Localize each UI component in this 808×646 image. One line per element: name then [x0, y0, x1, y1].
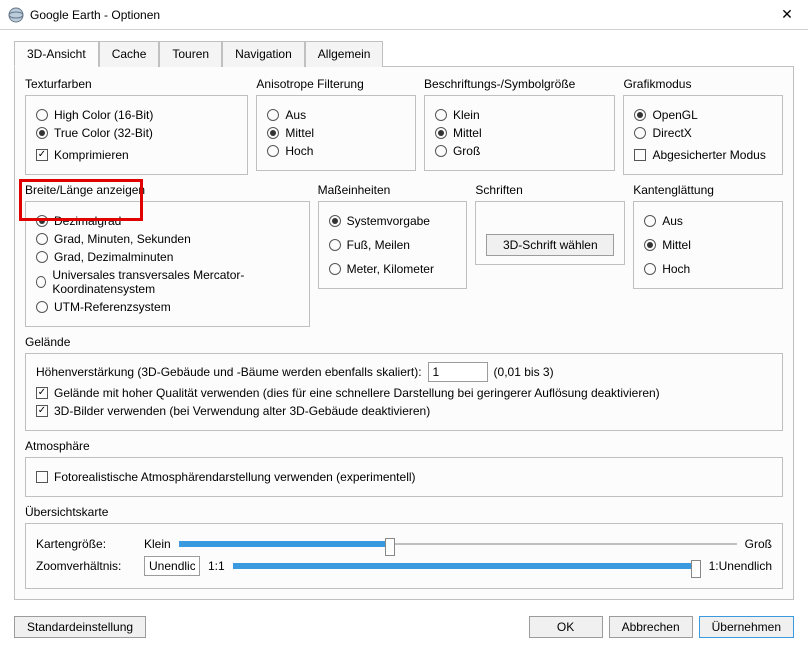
choose-3d-font-button[interactable]: 3D-Schrift wählen	[486, 234, 614, 256]
map-size-max: Groß	[745, 537, 772, 551]
aniso-label: Anisotrope Filterung	[256, 77, 416, 91]
radio-aniso-off[interactable]: Aus	[267, 108, 405, 122]
fonts-label: Schriften	[475, 183, 625, 197]
labelsize-label: Beschriftungs-/Symbolgröße	[424, 77, 615, 91]
radio-aa-high[interactable]: Hoch	[644, 262, 772, 276]
map-size-label: Kartengröße:	[36, 537, 136, 551]
map-size-min: Klein	[144, 537, 171, 551]
zoom-ratio-input[interactable]	[144, 556, 200, 576]
radio-utm-ref[interactable]: UTM-Referenzsystem	[36, 300, 299, 314]
defaults-button[interactable]: Standardeinstellung	[14, 616, 146, 638]
zoom-max: 1:Unendlich	[709, 559, 772, 573]
exag-input[interactable]	[428, 362, 488, 382]
titlebar: Google Earth - Optionen ✕	[0, 0, 808, 30]
radio-ddm[interactable]: Grad, Dezimalminuten	[36, 250, 299, 264]
radio-units-system[interactable]: Systemvorgabe	[329, 214, 457, 228]
cancel-button[interactable]: Abbrechen	[609, 616, 693, 638]
radio-utm[interactable]: Universales transversales Mercator-Koord…	[36, 268, 299, 296]
overview-label: Übersichtskarte	[25, 505, 783, 519]
radio-size-small[interactable]: Klein	[435, 108, 604, 122]
radio-aniso-high[interactable]: Hoch	[267, 144, 405, 158]
radio-opengl[interactable]: OpenGL	[634, 108, 772, 122]
texture-label: Texturfarben	[25, 77, 248, 91]
radio-size-big[interactable]: Groß	[435, 144, 604, 158]
exag-label: Höhenverstärkung (3D-Gebäude und -Bäume …	[36, 365, 422, 379]
check-photo-atmos[interactable]: Fotorealistische Atmosphärendarstellung …	[36, 470, 772, 484]
app-icon	[8, 7, 24, 23]
atmos-label: Atmosphäre	[25, 439, 783, 453]
tab-tours[interactable]: Touren	[159, 41, 222, 67]
close-button[interactable]: ✕	[774, 6, 800, 23]
radio-aa-mid[interactable]: Mittel	[644, 238, 772, 252]
radio-decimal-degrees[interactable]: Dezimalgrad	[36, 214, 299, 228]
ok-button[interactable]: OK	[529, 616, 603, 638]
window-title: Google Earth - Optionen	[30, 8, 774, 22]
latlon-label: Breite/Länge anzeigen	[25, 183, 310, 197]
tab-cache[interactable]: Cache	[99, 41, 160, 67]
aa-label: Kantenglättung	[633, 183, 783, 197]
tab-navigation[interactable]: Navigation	[222, 41, 305, 67]
radio-true-color[interactable]: True Color (32-Bit)	[36, 126, 237, 140]
zoom-min: 1:1	[208, 559, 225, 573]
tab-bar: 3D-Ansicht Cache Touren Navigation Allge…	[14, 40, 794, 67]
radio-aniso-mid[interactable]: Mittel	[267, 126, 405, 140]
radio-high-color[interactable]: High Color (16-Bit)	[36, 108, 237, 122]
map-size-slider[interactable]	[179, 536, 737, 552]
check-3d-imagery[interactable]: 3D-Bilder verwenden (bei Verwendung alte…	[36, 404, 772, 418]
radio-aa-off[interactable]: Aus	[644, 214, 772, 228]
apply-button[interactable]: Übernehmen	[699, 616, 794, 638]
radio-dms[interactable]: Grad, Minuten, Sekunden	[36, 232, 299, 246]
check-safe-mode[interactable]: Abgesicherter Modus	[634, 148, 772, 162]
radio-units-metric[interactable]: Meter, Kilometer	[329, 262, 457, 276]
zoom-ratio-label: Zoomverhältnis:	[36, 559, 136, 573]
radio-directx[interactable]: DirectX	[634, 126, 772, 140]
terrain-label: Gelände	[25, 335, 783, 349]
check-terrain-hq[interactable]: Gelände mit hoher Qualität verwenden (di…	[36, 386, 772, 400]
zoom-ratio-slider[interactable]	[233, 558, 701, 574]
gfx-label: Grafikmodus	[623, 77, 783, 91]
radio-units-imperial[interactable]: Fuß, Meilen	[329, 238, 457, 252]
check-compress[interactable]: Komprimieren	[36, 148, 237, 162]
tab-panel: Texturfarben High Color (16-Bit) True Co…	[14, 67, 794, 600]
units-label: Maßeinheiten	[318, 183, 468, 197]
tab-general[interactable]: Allgemein	[305, 41, 384, 67]
exag-hint: (0,01 bis 3)	[494, 365, 554, 379]
footer: Standardeinstellung OK Abbrechen Überneh…	[0, 608, 808, 646]
tab-3d-view[interactable]: 3D-Ansicht	[14, 41, 99, 67]
radio-size-mid[interactable]: Mittel	[435, 126, 604, 140]
